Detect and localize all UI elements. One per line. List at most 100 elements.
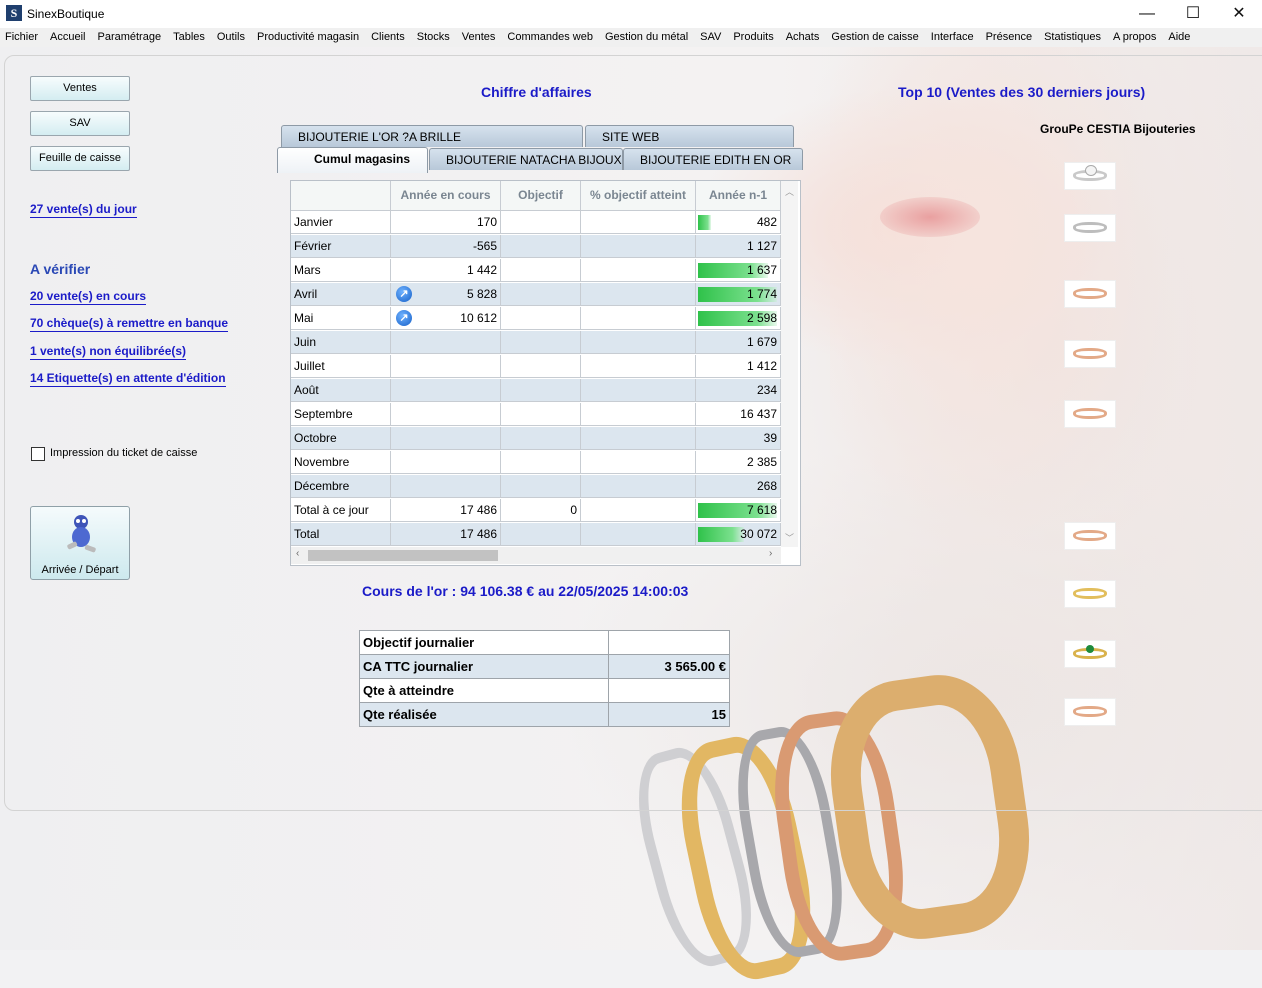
ring-rose-gold-icon[interactable] (1064, 522, 1116, 550)
menu-item-sav[interactable]: SAV (695, 28, 728, 47)
pct-objectif-cell (581, 427, 696, 450)
annee-n1-value: 30 072 (740, 527, 777, 541)
menu-item-fichier[interactable]: Fichier (0, 28, 45, 47)
menu-item-aide[interactable]: Aide (1163, 28, 1197, 47)
scroll-thumb[interactable] (308, 550, 498, 561)
grid-horizontal-scrollbar[interactable]: ‹ › (291, 547, 781, 564)
ring-rose-gold-icon[interactable] (1064, 698, 1116, 726)
table-row[interactable]: Mars 1 442 1 637 (291, 259, 781, 283)
ventes-en-cours-link[interactable]: 20 vente(s) en cours (30, 289, 147, 305)
table-row[interactable]: Total à ce jour 17 486 0 7 618 (291, 499, 781, 523)
grid-header-pct-objectif[interactable]: % objectif atteint (581, 181, 696, 211)
menu-item-produits[interactable]: Produits (728, 28, 780, 47)
feuille-de-caisse-button[interactable]: Feuille de caisse (30, 146, 130, 171)
table-row[interactable]: Avril ↗ 5 828 1 774 (291, 283, 781, 307)
menu-item-a-propos[interactable]: A propos (1108, 28, 1163, 47)
ring-emerald-icon[interactable] (1064, 640, 1116, 668)
table-row[interactable]: Novembre 2 385 (291, 451, 781, 475)
menu-item-commandes-web[interactable]: Commandes web (502, 28, 600, 47)
sav-button[interactable]: SAV (30, 111, 130, 136)
scroll-down-icon[interactable]: ﹀ (785, 531, 794, 544)
table-row[interactable]: Août 234 (291, 379, 781, 403)
annee-en-cours-cell (391, 403, 501, 426)
grid-header-objectif[interactable]: Objectif (501, 181, 581, 211)
row-label: Juin (291, 331, 391, 354)
etiquettes-link[interactable]: 14 Etiquette(s) en attente d'édition (30, 371, 226, 387)
arrivee-depart-button[interactable]: Arrivée / Départ (30, 506, 130, 580)
menu-item-clients[interactable]: Clients (366, 28, 412, 47)
menu-item-productivité-magasin[interactable]: Productivité magasin (252, 28, 366, 47)
runner-icon (67, 515, 96, 553)
table-row[interactable]: Février -565 1 127 (291, 235, 781, 259)
annee-en-cours-cell (391, 475, 501, 498)
annee-n1-cell: 16 437 (696, 403, 781, 426)
tab-natacha-bijoux[interactable]: BIJOUTERIE NATACHA BIJOUX (429, 148, 623, 170)
ventes-button[interactable]: Ventes (30, 76, 130, 101)
row-label: Mars (291, 259, 391, 282)
ring-diamond-icon[interactable] (1064, 162, 1116, 190)
chiffre-affaires-grid[interactable]: Année en cours Objectif % objectif attei… (290, 180, 801, 566)
maximize-button[interactable]: ☐ (1170, 0, 1216, 28)
table-row[interactable]: Décembre 268 (291, 475, 781, 499)
table-row[interactable]: Octobre 39 (291, 427, 781, 451)
objectif-cell (501, 403, 581, 426)
row-label: Mai (291, 307, 391, 330)
annee-n1-value: 234 (756, 383, 777, 397)
ring-band (1073, 408, 1107, 419)
menu-item-gestion-de-caisse[interactable]: Gestion de caisse (826, 28, 925, 47)
menu-item-tables[interactable]: Tables (168, 28, 212, 47)
objectif-cell (501, 211, 581, 234)
menu-item-achats[interactable]: Achats (781, 28, 827, 47)
menu-item-outils[interactable]: Outils (212, 28, 252, 47)
row-label: Juillet (291, 355, 391, 378)
grid-header-annee-en-cours[interactable]: Année en cours (391, 181, 501, 211)
annee-n1-value: 7 618 (746, 503, 777, 517)
annee-en-cours-cell (391, 355, 501, 378)
table-row[interactable]: Mai ↗ 10 612 2 598 (291, 307, 781, 331)
daily-label: Qte réalisée (358, 702, 610, 727)
close-button[interactable]: ✕ (1216, 0, 1262, 28)
tab-site-web[interactable]: SITE WEB (585, 125, 794, 147)
annee-en-cours-cell (391, 379, 501, 402)
annee-n1-cell: 234 (696, 379, 781, 402)
objectif-cell (501, 235, 581, 258)
impression-ticket-checkbox[interactable] (31, 447, 45, 461)
menu-item-ventes[interactable]: Ventes (457, 28, 503, 47)
minimize-button[interactable]: — (1124, 0, 1170, 28)
grid-vertical-scrollbar[interactable]: ︿ ﹀ (781, 181, 798, 547)
ring-rose-gold-icon[interactable] (1064, 400, 1116, 428)
ring-rose-gold-icon[interactable] (1064, 280, 1116, 308)
grid-header-annee-n1[interactable]: Année n-1 (696, 181, 781, 211)
scroll-right-icon[interactable]: › (769, 548, 772, 559)
impression-ticket-label: Impression du ticket de caisse (50, 447, 198, 459)
row-label: Décembre (291, 475, 391, 498)
menu-item-accueil[interactable]: Accueil (45, 28, 92, 47)
menu-item-interface[interactable]: Interface (926, 28, 981, 47)
table-row[interactable]: Septembre 16 437 (291, 403, 781, 427)
menu-item-statistiques[interactable]: Statistiques (1039, 28, 1108, 47)
menu-item-stocks[interactable]: Stocks (412, 28, 457, 47)
menu-item-présence[interactable]: Présence (981, 28, 1039, 47)
scroll-up-icon[interactable]: ︿ (785, 185, 794, 198)
annee-n1-cell: 1 412 (696, 355, 781, 378)
ring-chain-icon[interactable] (1064, 214, 1116, 242)
cheques-link[interactable]: 70 chèque(s) à remettre en banque (30, 316, 229, 332)
ring-rose-gold-icon[interactable] (1064, 340, 1116, 368)
table-row[interactable]: Juin 1 679 (291, 331, 781, 355)
app-logo-icon: S (6, 5, 22, 21)
annee-en-cours-cell: ↗ 10 612 (391, 307, 501, 330)
ring-gold-icon[interactable] (1064, 580, 1116, 608)
tab-cumul-magasins[interactable]: Cumul magasins (277, 147, 428, 173)
table-row[interactable]: Janvier 170 482 (291, 211, 781, 235)
annee-en-cours-cell (391, 427, 501, 450)
ventes-du-jour-link[interactable]: 27 vente(s) du jour (30, 202, 137, 218)
scroll-left-icon[interactable]: ‹ (296, 548, 299, 559)
pct-objectif-cell (581, 211, 696, 234)
menu-item-gestion-du-métal[interactable]: Gestion du métal (600, 28, 695, 47)
tab-bijouterie-or-brille[interactable]: BIJOUTERIE L'OR ?A BRILLE (281, 125, 583, 147)
menu-item-paramétrage[interactable]: Paramétrage (92, 28, 168, 47)
ventes-non-equilibrees-link[interactable]: 1 vente(s) non équilibrée(s) (30, 344, 187, 360)
tab-edith-en-or[interactable]: BIJOUTERIE EDITH EN OR (623, 148, 803, 170)
table-row[interactable]: Total 17 486 30 072 (291, 523, 781, 547)
table-row[interactable]: Juillet 1 412 (291, 355, 781, 379)
